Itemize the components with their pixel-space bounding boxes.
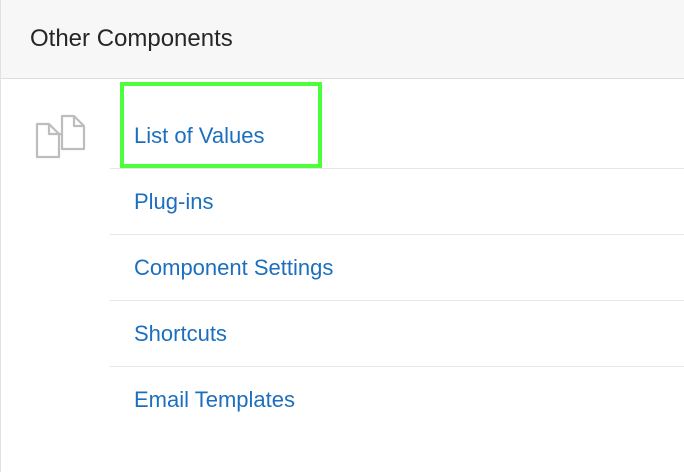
email-templates-link[interactable]: Email Templates: [134, 386, 295, 414]
list-of-values-link[interactable]: List of Values: [134, 122, 264, 150]
list-item: Shortcuts: [110, 301, 684, 367]
panel-header: Other Components: [1, 0, 684, 79]
plug-ins-link[interactable]: Plug-ins: [134, 188, 213, 216]
list-item: List of Values: [110, 103, 684, 169]
list-item: Component Settings: [110, 235, 684, 301]
component-links-list: List of Values Plug-ins Component Settin…: [110, 103, 684, 433]
list-item: Plug-ins: [110, 169, 684, 235]
documents-icon: [35, 114, 86, 159]
panel-title: Other Components: [30, 25, 233, 52]
list-item: Email Templates: [110, 367, 684, 433]
component-settings-link[interactable]: Component Settings: [134, 254, 333, 282]
shortcuts-link[interactable]: Shortcuts: [134, 320, 227, 348]
other-components-panel: Other Components List of Values Plug-ins…: [0, 0, 684, 472]
